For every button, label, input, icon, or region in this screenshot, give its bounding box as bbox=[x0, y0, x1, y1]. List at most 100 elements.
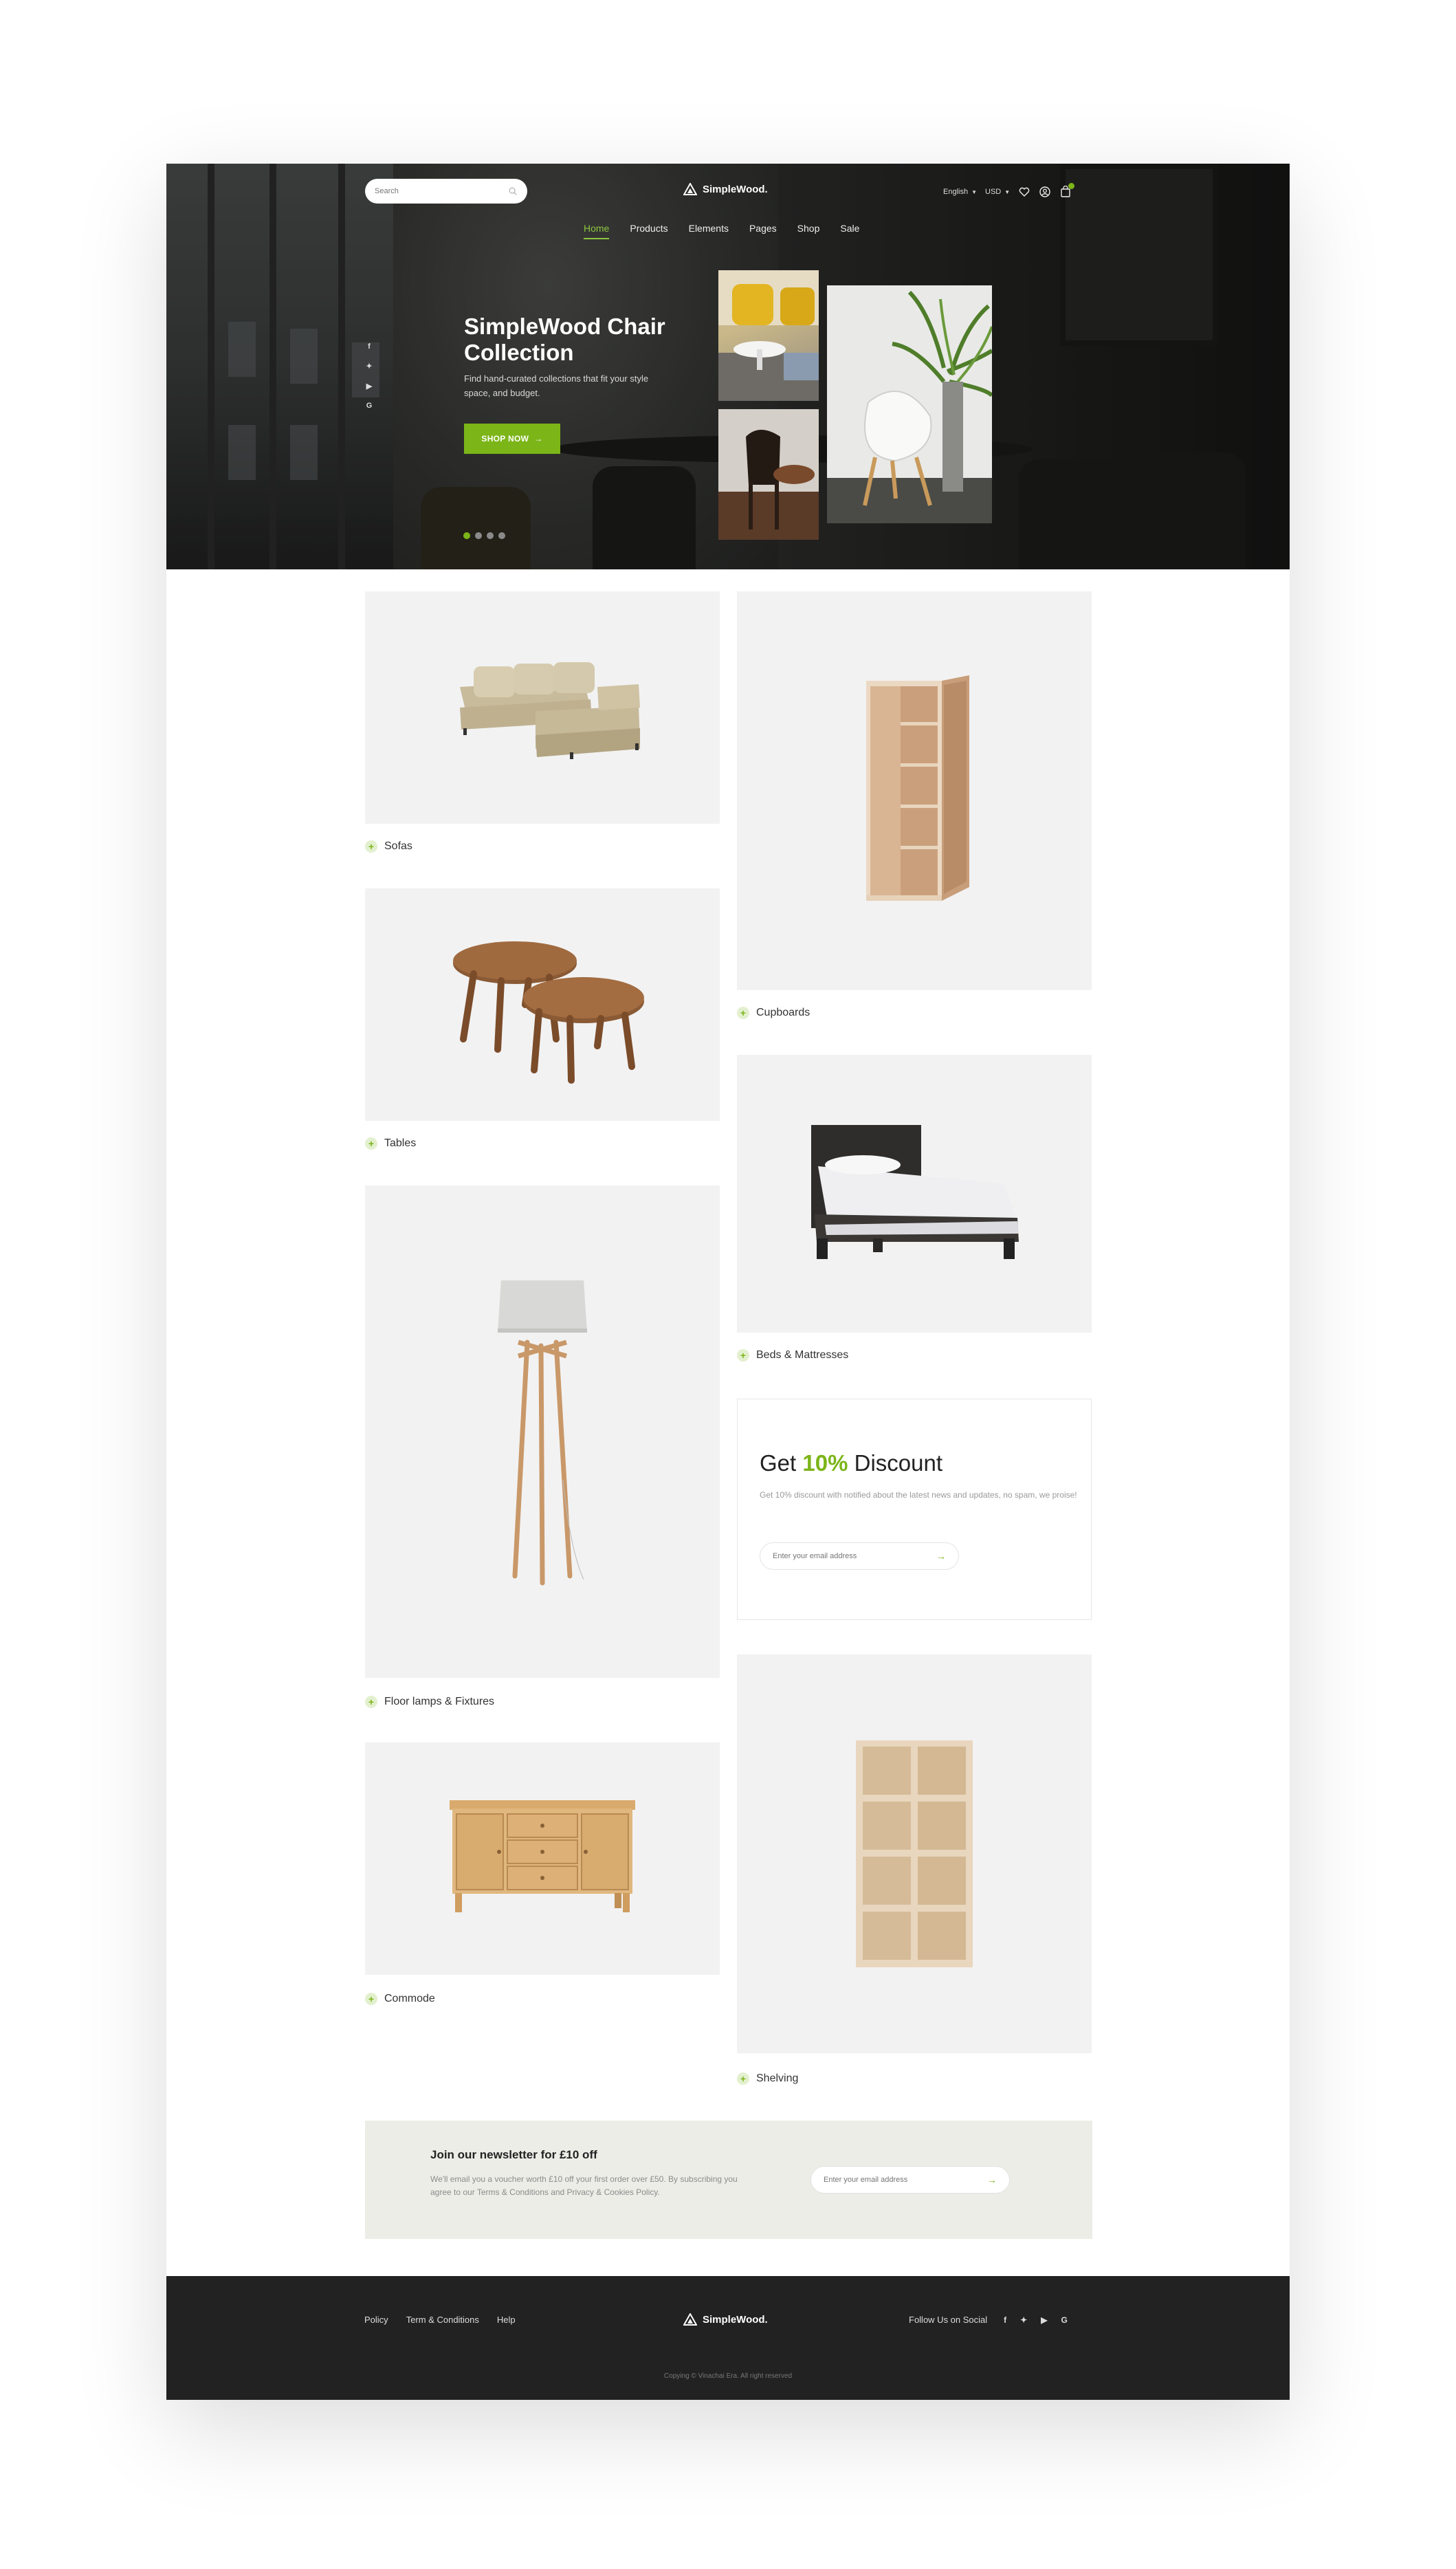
facebook-icon[interactable]: f bbox=[364, 342, 374, 351]
nav-elements[interactable]: Elements bbox=[689, 223, 729, 239]
site-logo[interactable]: SimpleWood. bbox=[683, 183, 768, 195]
category-label-shelving[interactable]: + Shelving bbox=[737, 2073, 798, 2085]
logo-text: SimpleWood. bbox=[703, 2313, 768, 2326]
footer-follow: Follow Us on Social f ✦ ▶ G bbox=[909, 2315, 1068, 2325]
discount-highlight: 10% bbox=[802, 1450, 848, 1476]
arrow-right-icon: → bbox=[534, 434, 543, 444]
slider-dot[interactable] bbox=[475, 532, 482, 539]
main-nav: Home Products Elements Pages Shop Sale bbox=[584, 223, 859, 239]
youtube-icon[interactable]: ▶ bbox=[364, 382, 374, 391]
hero-image-white-chair bbox=[827, 285, 992, 523]
newsletter-title: Join our newsletter for £10 off bbox=[430, 2148, 597, 2161]
facebook-icon[interactable]: f bbox=[1004, 2315, 1006, 2325]
footer-social-icons: f ✦ ▶ G bbox=[1004, 2315, 1068, 2325]
category-name: Cupboards bbox=[756, 1007, 810, 1018]
newsletter-text: We'll email you a voucher worth £10 off … bbox=[430, 2174, 738, 2197]
category-name: Sofas bbox=[384, 840, 412, 852]
plus-icon: + bbox=[365, 1993, 377, 2005]
discount-text: Get 10% discount with notified about the… bbox=[760, 1490, 1077, 1500]
slider-dot[interactable] bbox=[498, 532, 505, 539]
bed-image bbox=[811, 1125, 1019, 1259]
cart-icon[interactable] bbox=[1059, 183, 1075, 198]
category-card-beds[interactable] bbox=[737, 1055, 1092, 1333]
hero-social-links: f ✦ ▶ G bbox=[364, 342, 374, 410]
plus-icon: + bbox=[365, 1137, 377, 1150]
newsletter-section: Join our newsletter for £10 off We'll em… bbox=[365, 2121, 1092, 2239]
logo-icon bbox=[683, 183, 697, 195]
category-name: Floor lamps & Fixtures bbox=[384, 1696, 495, 1707]
footer-link-terms[interactable]: Term & Conditions bbox=[406, 2315, 479, 2325]
category-card-commode[interactable] bbox=[365, 1742, 720, 1975]
google-icon[interactable]: G bbox=[1061, 2315, 1067, 2325]
footer-logo[interactable]: SimpleWood. bbox=[683, 2313, 768, 2326]
google-icon[interactable]: G bbox=[364, 402, 374, 410]
sofa-image bbox=[460, 662, 640, 759]
plus-icon: + bbox=[737, 1349, 749, 1362]
language-value: English bbox=[943, 188, 969, 196]
page: SimpleWood. English ▼ USD ▼ Home bbox=[166, 164, 1290, 2400]
twitter-icon[interactable]: ✦ bbox=[364, 362, 374, 371]
plus-icon: + bbox=[737, 1007, 749, 1019]
plus-icon: + bbox=[737, 2073, 749, 2085]
slider-dots bbox=[463, 532, 505, 539]
category-card-cupboards[interactable] bbox=[737, 591, 1092, 990]
category-card-shelving[interactable] bbox=[737, 1654, 1092, 2053]
category-card-sofas[interactable] bbox=[365, 591, 720, 824]
slider-dot[interactable] bbox=[487, 532, 494, 539]
category-card-floor-lamps[interactable] bbox=[365, 1185, 720, 1678]
nav-home[interactable]: Home bbox=[584, 223, 610, 239]
chevron-down-icon: ▼ bbox=[971, 188, 977, 195]
discount-email-field[interactable]: → bbox=[760, 1542, 959, 1570]
hero-image-living-room bbox=[718, 270, 819, 401]
nav-sale[interactable]: Sale bbox=[840, 223, 859, 239]
plus-icon: + bbox=[365, 840, 377, 853]
slider-dot[interactable] bbox=[463, 532, 470, 539]
footer-link-help[interactable]: Help bbox=[497, 2315, 516, 2325]
newsletter-email-field[interactable]: → bbox=[810, 2166, 1010, 2194]
category-card-tables[interactable] bbox=[365, 888, 720, 1121]
heart-icon[interactable] bbox=[1018, 186, 1030, 198]
discount-prefix: Get bbox=[760, 1450, 797, 1476]
nav-shop[interactable]: Shop bbox=[797, 223, 820, 239]
header-utilities: English ▼ USD ▼ bbox=[943, 183, 1075, 198]
hero-subtitle: Find hand-curated collections that fit y… bbox=[464, 373, 649, 398]
arrow-right-icon[interactable]: → bbox=[987, 2174, 997, 2185]
currency-select[interactable]: USD ▼ bbox=[985, 188, 1010, 196]
newsletter-email-input[interactable] bbox=[824, 2176, 987, 2184]
follow-label: Follow Us on Social bbox=[909, 2315, 988, 2325]
category-label-beds[interactable]: + Beds & Mattresses bbox=[737, 1349, 848, 1362]
copyright-text: Copying © Vinachai Era. All right reserv… bbox=[663, 2372, 793, 2380]
nav-pages[interactable]: Pages bbox=[749, 223, 777, 239]
search-input[interactable] bbox=[375, 187, 508, 195]
hero-title: SimpleWood Chair Collection bbox=[464, 314, 665, 365]
search-icon[interactable] bbox=[508, 186, 518, 196]
shop-now-button[interactable]: SHOP NOW → bbox=[464, 424, 560, 454]
chevron-down-icon: ▼ bbox=[1004, 188, 1011, 195]
category-name: Tables bbox=[384, 1137, 417, 1149]
category-label-commode[interactable]: + Commode bbox=[365, 1993, 435, 2005]
user-icon[interactable] bbox=[1039, 186, 1051, 198]
hero-banner: SimpleWood. English ▼ USD ▼ Home bbox=[166, 164, 1290, 569]
language-select[interactable]: English ▼ bbox=[943, 188, 977, 196]
footer-link-policy[interactable]: Policy bbox=[364, 2315, 388, 2325]
nav-products[interactable]: Products bbox=[630, 223, 668, 239]
category-label-sofas[interactable]: + Sofas bbox=[365, 840, 412, 853]
search-box[interactable] bbox=[365, 179, 527, 204]
discount-title: Get 10% Discount bbox=[760, 1450, 942, 1476]
currency-value: USD bbox=[985, 188, 1002, 196]
footer: Policy Term & Conditions Help SimpleWood… bbox=[166, 2276, 1290, 2400]
shelving-image bbox=[856, 1740, 973, 1967]
footer-links: Policy Term & Conditions Help bbox=[364, 2315, 516, 2325]
category-label-tables[interactable]: + Tables bbox=[365, 1137, 416, 1150]
floor-lamp-image bbox=[498, 1280, 587, 1586]
hero-image-wooden-chair bbox=[718, 409, 819, 540]
twitter-icon[interactable]: ✦ bbox=[1020, 2315, 1027, 2325]
youtube-icon[interactable]: ▶ bbox=[1041, 2315, 1047, 2325]
cupboard-image bbox=[866, 675, 969, 901]
discount-suffix: Discount bbox=[854, 1450, 942, 1476]
category-label-floor-lamps[interactable]: + Floor lamps & Fixtures bbox=[365, 1696, 494, 1708]
discount-email-input[interactable] bbox=[773, 1552, 936, 1560]
category-label-cupboards[interactable]: + Cupboards bbox=[737, 1007, 810, 1019]
category-name: Shelving bbox=[756, 2073, 799, 2084]
arrow-right-icon[interactable]: → bbox=[936, 1551, 946, 1562]
